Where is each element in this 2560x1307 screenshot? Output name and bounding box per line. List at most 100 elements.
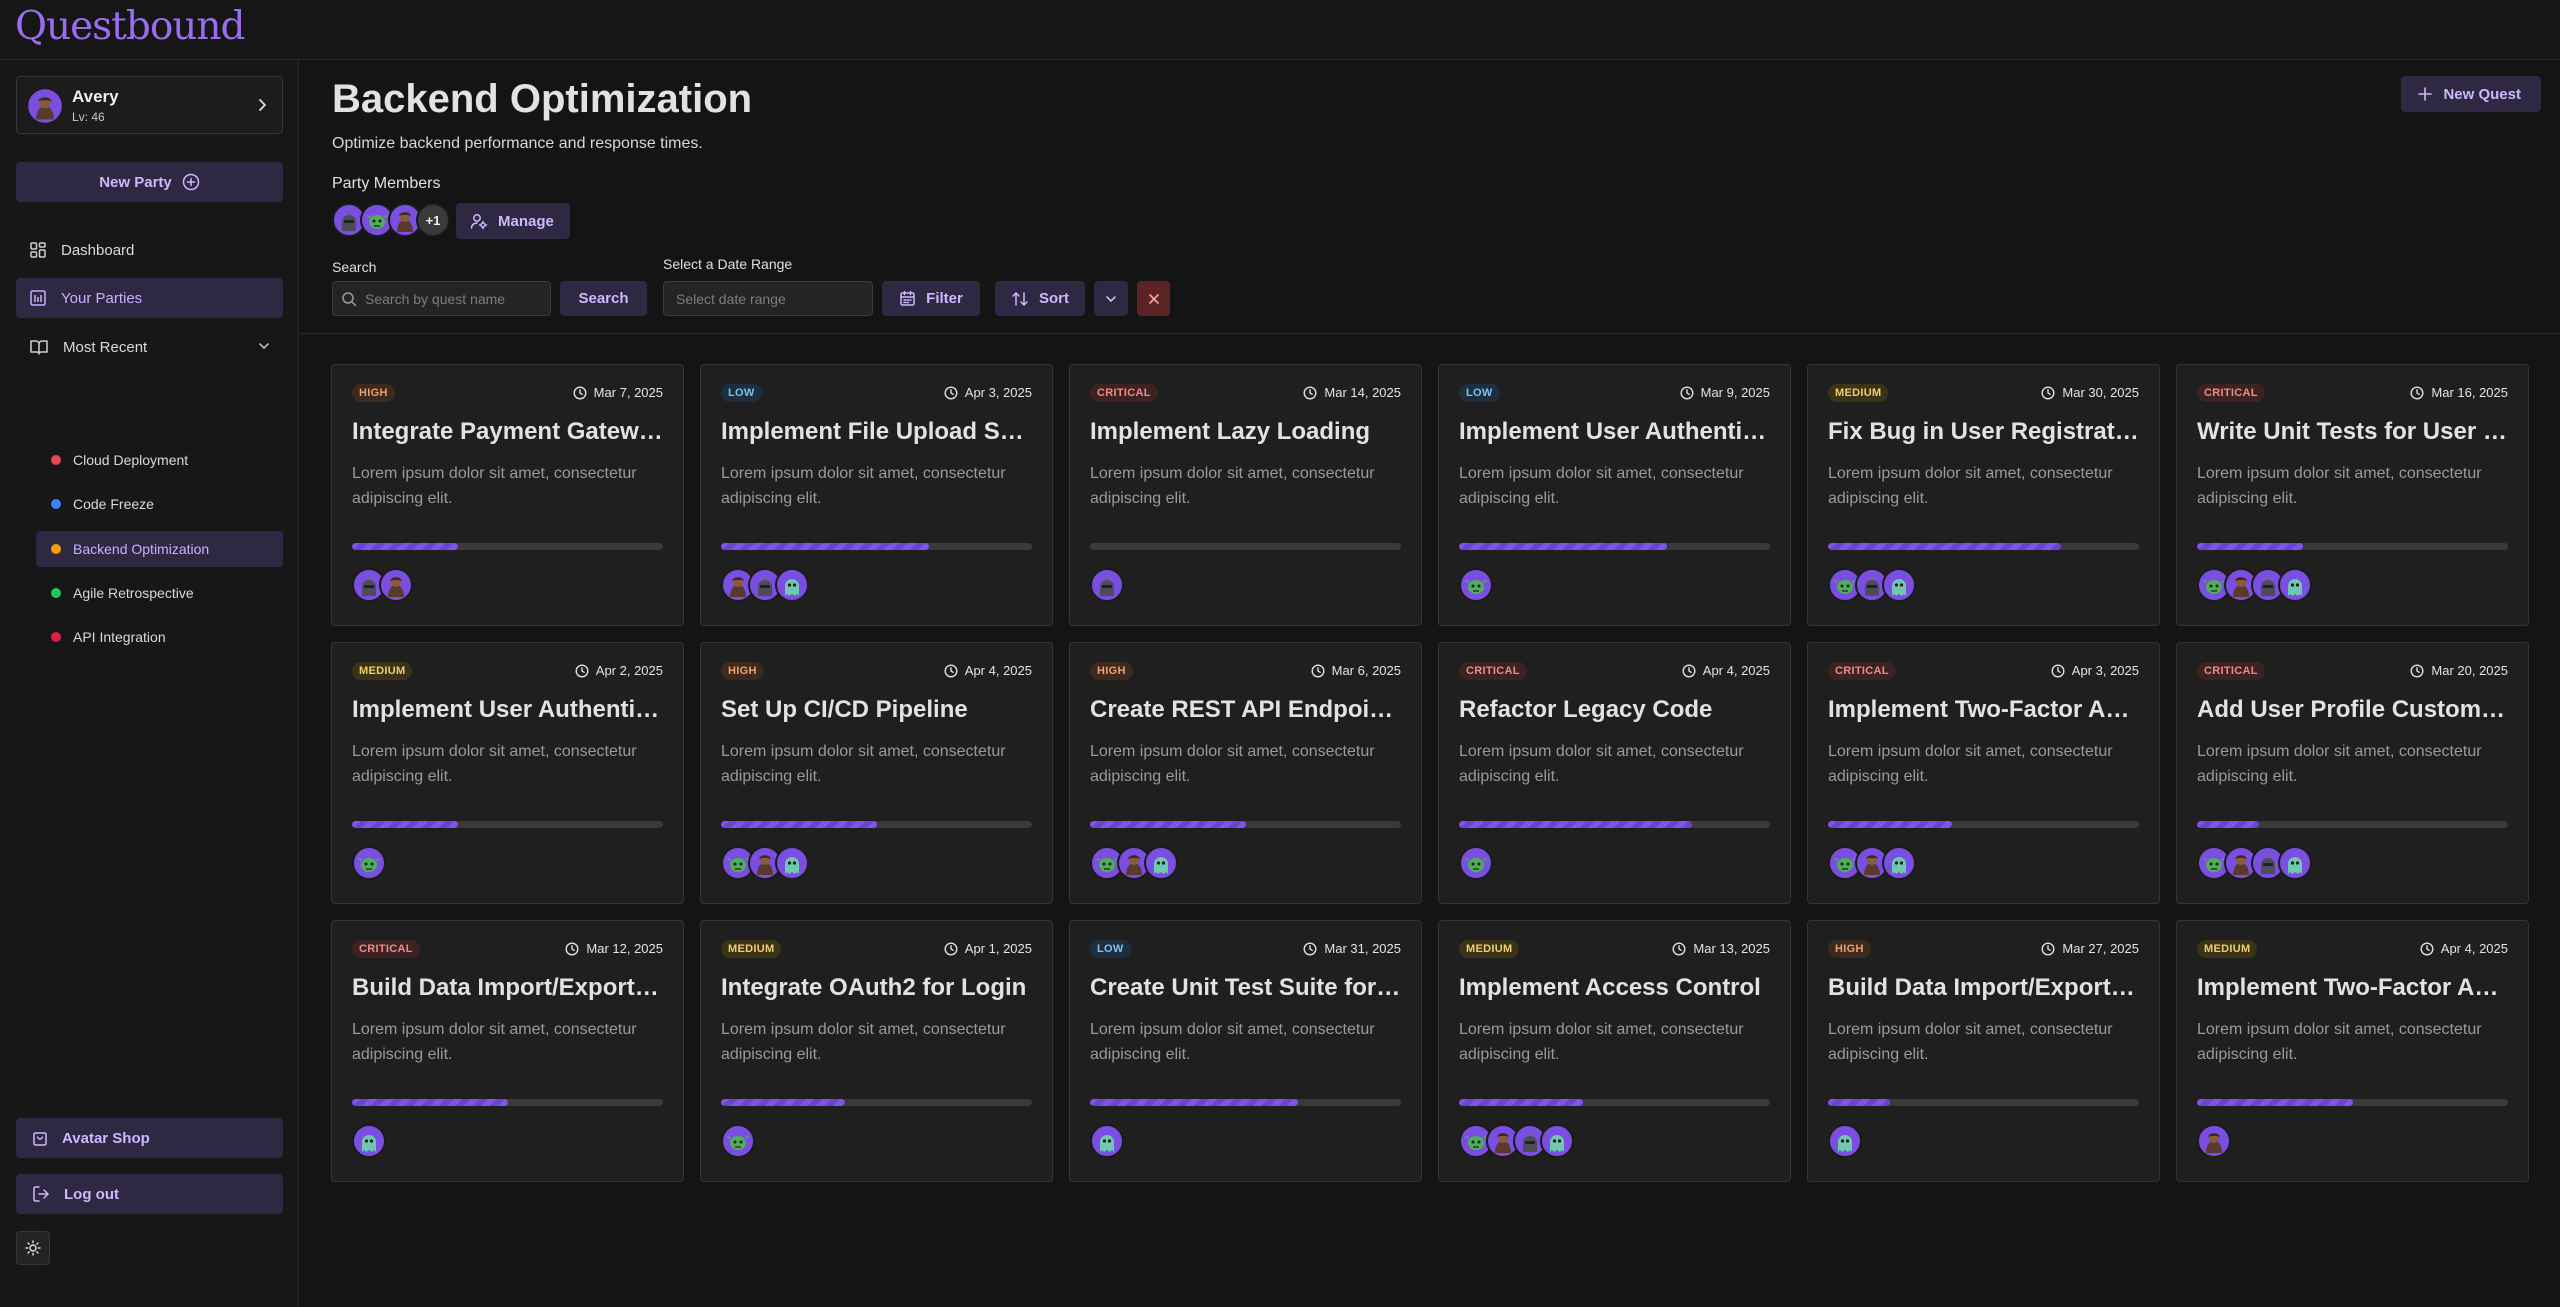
- quest-card[interactable]: LOW Mar 31, 2025 Create Unit Test Suite fo…: [1069, 920, 1422, 1182]
- nav-dashboard[interactable]: Dashboard: [16, 230, 283, 270]
- member-avatar: [1882, 568, 1916, 602]
- clear-filters-button[interactable]: [1137, 281, 1170, 316]
- clock-icon: [2051, 663, 2065, 678]
- search-button[interactable]: Search: [560, 281, 647, 316]
- member-avatar: [2278, 568, 2312, 602]
- sidebar-party-item[interactable]: Code Freeze: [36, 486, 283, 522]
- nav-most-recent[interactable]: Most Recent: [16, 327, 283, 367]
- priority-badge: CRITICAL: [352, 940, 420, 958]
- header-divider: [300, 333, 2560, 334]
- avatar-shop-button[interactable]: Avatar Shop: [16, 1118, 283, 1158]
- quest-progress-fill: [721, 1099, 846, 1106]
- quest-title: Implement Lazy Loading: [1090, 418, 1371, 445]
- quest-card[interactable]: LOW Apr 3, 2025 Implement File Upload Syst…: [700, 364, 1053, 626]
- quest-date-text: Mar 27, 2025: [2062, 941, 2139, 956]
- new-party-button[interactable]: New Party: [16, 162, 283, 202]
- sidebar-party-item[interactable]: Agile Retrospective: [36, 575, 283, 611]
- quest-card[interactable]: HIGH Mar 27, 2025 Build Data Import/Export…: [1807, 920, 2160, 1182]
- quest-card[interactable]: MEDIUM Apr 4, 2025 Implement Two-Factor Au…: [2176, 920, 2529, 1182]
- clock-icon: [1311, 663, 1325, 678]
- date-range-input[interactable]: [676, 290, 872, 307]
- date-range-field[interactable]: [663, 281, 873, 316]
- quest-title: Implement User Authentication: [352, 696, 664, 723]
- quest-card[interactable]: CRITICAL Mar 12, 2025 Build Data Import/Ex…: [331, 920, 684, 1182]
- quest-card[interactable]: HIGH Mar 6, 2025 Create REST API Endpoints…: [1069, 642, 1422, 904]
- clock-icon: [1682, 663, 1696, 678]
- user-name: Avery: [72, 87, 119, 106]
- quest-card[interactable]: CRITICAL Apr 4, 2025 Refactor Legacy Code L…: [1438, 642, 1791, 904]
- quest-description: Lorem ipsum dolor sit amet, consectetur …: [352, 465, 637, 507]
- user-profile-card[interactable]: Avery Lv: 46: [16, 76, 283, 134]
- quest-card[interactable]: MEDIUM Mar 30, 2025 Fix Bug in User Regist…: [1807, 364, 2160, 626]
- quest-date: Apr 3, 2025: [944, 385, 1032, 400]
- sort-direction-button[interactable]: [1094, 281, 1128, 316]
- sidebar-party-item[interactable]: Backend Optimization: [36, 531, 283, 567]
- clock-icon: [1680, 385, 1694, 400]
- quest-card[interactable]: MEDIUM Mar 13, 2025 Implement Access Contr…: [1438, 920, 1791, 1182]
- new-quest-button[interactable]: New Quest: [2401, 76, 2541, 112]
- theme-toggle-button[interactable]: [16, 1231, 50, 1265]
- quest-date-text: Mar 12, 2025: [586, 941, 663, 956]
- quest-progress-fill: [2197, 543, 2303, 550]
- app-logo[interactable]: Questbound: [15, 4, 246, 49]
- quest-description: Lorem ipsum dolor sit amet, consectetur …: [1459, 1021, 1744, 1063]
- quest-description: Lorem ipsum dolor sit amet, consectetur …: [1828, 465, 2113, 507]
- member-avatar: [1144, 846, 1178, 880]
- nav-your-parties[interactable]: Your Parties: [16, 278, 283, 318]
- quest-progress-bar: [2197, 821, 2508, 828]
- priority-badge: CRITICAL: [2197, 384, 2265, 402]
- priority-badge: HIGH: [1828, 940, 1871, 958]
- nav-label: Dashboard: [61, 241, 135, 259]
- clock-icon: [1303, 385, 1317, 400]
- manage-members-button[interactable]: Manage: [456, 203, 570, 239]
- quest-date-text: Mar 14, 2025: [1324, 385, 1401, 400]
- quest-progress-bar: [721, 543, 1032, 550]
- nav-label: Your Parties: [61, 289, 143, 307]
- quest-card[interactable]: CRITICAL Mar 20, 2025 Add User Profile Cus…: [2176, 642, 2529, 904]
- party-members-avatars[interactable]: +1: [332, 203, 472, 239]
- party-label: Cloud Deployment: [73, 452, 189, 468]
- quest-title: Build Data Import/Export Tool: [1828, 974, 2140, 1001]
- quest-card[interactable]: CRITICAL Mar 16, 2025 Write Unit Tests for…: [2176, 364, 2529, 626]
- quest-date: Mar 7, 2025: [573, 385, 663, 400]
- sidebar-party-item[interactable]: API Integration: [36, 619, 283, 655]
- sort-button[interactable]: Sort: [995, 281, 1085, 316]
- search-input[interactable]: [365, 290, 550, 307]
- quest-date-text: Apr 2, 2025: [595, 663, 663, 678]
- quest-progress-bar: [1090, 543, 1401, 550]
- quest-description: Lorem ipsum dolor sit amet, consectetur …: [1459, 743, 1744, 785]
- search-field[interactable]: [332, 281, 551, 316]
- quest-date: Mar 20, 2025: [2410, 663, 2508, 678]
- quest-card[interactable]: CRITICAL Apr 3, 2025 Implement Two-Factor …: [1807, 642, 2160, 904]
- quest-progress-fill: [721, 543, 930, 550]
- quest-description: Lorem ipsum dolor sit amet, consectetur …: [721, 743, 1006, 785]
- quest-title: Build Data Import/Export Tool: [352, 974, 664, 1001]
- shopping-bag-icon: [33, 1132, 47, 1146]
- party-label: Code Freeze: [73, 496, 154, 512]
- quest-card[interactable]: MEDIUM Apr 2, 2025 Implement User Authenti…: [331, 642, 684, 904]
- quest-title: Create Unit Test Suite for API: [1090, 974, 1402, 1001]
- page-subtitle: Optimize backend performance and respons…: [332, 135, 703, 152]
- quest-progress-bar: [721, 1099, 1032, 1106]
- new-quest-label: New Quest: [2443, 85, 2521, 103]
- quest-card[interactable]: LOW Mar 9, 2025 Implement User Authenticat…: [1438, 364, 1791, 626]
- quest-description: Lorem ipsum dolor sit amet, consectetur …: [2197, 1021, 2482, 1063]
- quest-date-text: Apr 3, 2025: [2071, 663, 2139, 678]
- quest-description: Lorem ipsum dolor sit amet, consectetur …: [1828, 743, 2113, 785]
- quest-progress-bar: [352, 1099, 663, 1106]
- quest-date-text: Mar 9, 2025: [1700, 385, 1770, 400]
- sidebar-party-item[interactable]: Cloud Deployment: [36, 442, 283, 478]
- quest-progress-fill: [1828, 543, 2062, 550]
- quest-date: Mar 14, 2025: [1303, 385, 1401, 400]
- quest-card[interactable]: CRITICAL Mar 14, 2025 Implement Lazy Loadi…: [1069, 364, 1422, 626]
- logout-button[interactable]: Log out: [16, 1174, 283, 1214]
- member-avatar: [2197, 1124, 2231, 1158]
- quest-date-text: Mar 30, 2025: [2062, 385, 2139, 400]
- quest-card[interactable]: MEDIUM Apr 1, 2025 Integrate OAuth2 for Lo…: [700, 920, 1053, 1182]
- quest-progress-bar: [352, 543, 663, 550]
- quest-card[interactable]: HIGH Mar 7, 2025 Integrate Payment Gateway…: [331, 364, 684, 626]
- quest-date: Apr 3, 2025: [2051, 663, 2139, 678]
- party-color-dot: [51, 455, 61, 465]
- quest-card[interactable]: HIGH Apr 4, 2025 Set Up CI/CD Pipeline Lore…: [700, 642, 1053, 904]
- filter-button[interactable]: Filter: [882, 281, 980, 316]
